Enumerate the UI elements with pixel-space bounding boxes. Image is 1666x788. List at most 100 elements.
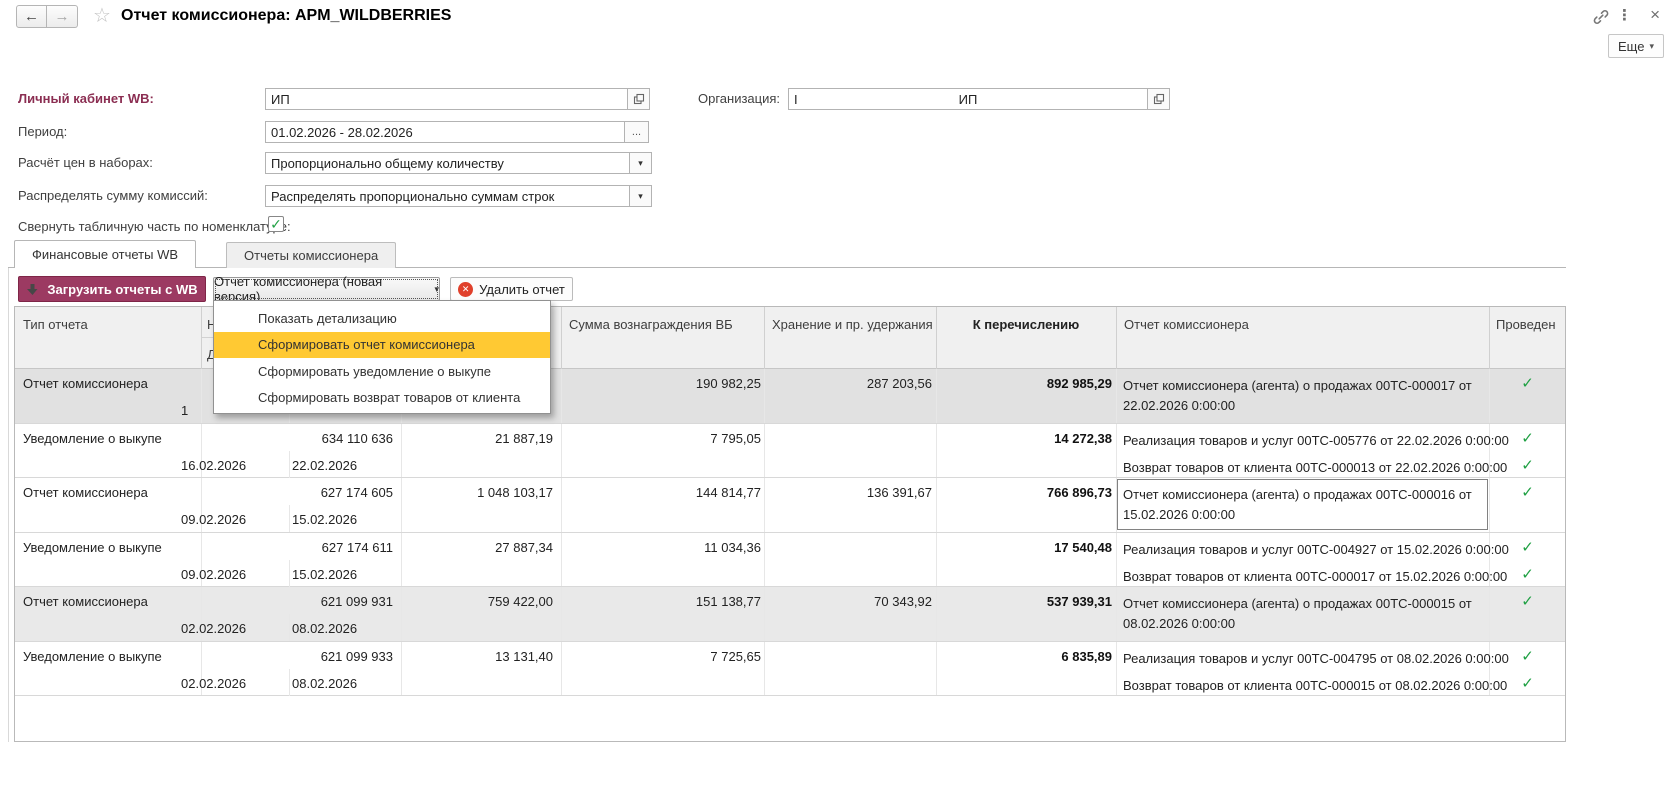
doc-link[interactable]: Отчет комиссионера (агента) о продажах 0… (1123, 376, 1481, 416)
menu-item-create-client-return[interactable]: Сформировать возврат товаров от клиента (214, 385, 550, 412)
doc-link[interactable]: Реализация товаров и услуг 00ТС-004795 о… (1123, 649, 1509, 669)
header-reward[interactable]: Сумма вознаграждения ВБ (561, 307, 764, 368)
distribute-value[interactable] (266, 186, 629, 206)
posted-check-icon: ✓ (1521, 456, 1534, 474)
cell-commissioner-docs: Реализация товаров и услуг 00ТС-005776 о… (1123, 424, 1509, 478)
set-prices-label: Расчёт цен в наборах: (18, 155, 153, 170)
cell-report-type: Отчет комиссионера (23, 594, 148, 609)
header-separator (201, 307, 202, 369)
wb-account-field[interactable] (265, 88, 628, 110)
kebab-menu-icon[interactable]: ⋮ (1617, 6, 1632, 24)
cell-reward-sum: 190 982,25 (695, 376, 761, 391)
chevron-down-icon: ▾ (638, 157, 643, 168)
doc-link[interactable]: Реализация товаров и услуг 00ТС-005776 о… (1123, 431, 1509, 451)
header-storage[interactable]: Хранение и пр. удержания (764, 307, 936, 368)
wb-account-input[interactable] (266, 89, 627, 109)
period-row: Период: ... (0, 121, 1666, 143)
cell-report-type: Уведомление о выкупе (23, 539, 162, 555)
cell-reward-sum: 7 725,65 (710, 648, 761, 664)
posted-check-icon: ✓ (1521, 593, 1534, 610)
delete-circle-icon: ✕ (458, 281, 474, 297)
header-separator (936, 307, 937, 369)
cell-transfer-sum: 6 835,89 (1061, 648, 1112, 664)
menu-item-create-commissioner-report[interactable]: Сформировать отчет комиссионера (214, 331, 550, 358)
cell-report-number: 621 099 933 (320, 648, 393, 664)
doc-link[interactable]: Отчет комиссионера (агента) о продажах 0… (1123, 594, 1481, 634)
more-button[interactable]: Еще ▾ (1608, 34, 1664, 58)
set-prices-value[interactable] (266, 153, 629, 173)
doc-link[interactable]: Возврат товаров от клиента 00ТС-000017 о… (1123, 567, 1507, 587)
delete-report-button[interactable]: ✕ Удалить отчет (450, 277, 573, 301)
cell-report-type: Отчет комиссионера (23, 376, 148, 391)
doc-link[interactable]: Реализация товаров и услуг 00ТС-004927 о… (1123, 540, 1509, 560)
organization-open-button[interactable] (1148, 88, 1170, 110)
menu-item-show-details[interactable]: Показать детализацию (214, 305, 550, 332)
organization-value: I ИП (789, 89, 1147, 109)
back-arrow-icon: ← (24, 8, 39, 25)
period-choose-button[interactable]: ... (625, 121, 649, 143)
report-version-dropdown-menu: Показать детализацию Сформировать отчет … (213, 300, 551, 414)
doc-link[interactable]: Возврат товаров от клиента 00ТС-000013 о… (1123, 458, 1507, 478)
cell-storage-sum: 136 391,67 (866, 485, 932, 500)
cell-transfer-sum: 892 985,29 (1046, 376, 1112, 391)
tab-commissioner-reports[interactable]: Отчеты комиссионера (226, 242, 397, 268)
distribute-select[interactable] (265, 185, 630, 207)
cell-date-from: 09.02.2026 (181, 566, 247, 582)
doc-link[interactable]: Отчет комиссионера (агента) о продажах 0… (1123, 485, 1481, 525)
collapse-label: Свернуть табличную часть по номенклатуре… (18, 219, 291, 234)
header-commissioner-report[interactable]: Отчет комиссионера (1116, 307, 1489, 368)
cell-date-from: 02.02.2026 (181, 621, 247, 636)
back-button[interactable]: ← (16, 5, 47, 28)
chevron-down-icon: ▾ (1649, 40, 1654, 51)
cell-reward-sum: 151 138,77 (695, 594, 761, 609)
cell-transfer-sum: 537 939,31 (1046, 594, 1112, 609)
table-row[interactable]: Отчет комиссионера 621 099 931 02.02.202… (15, 587, 1565, 642)
table-row[interactable]: Уведомление о выкупе 627 174 611 09.02.2… (15, 532, 1565, 587)
menu-item-create-buyout-notice[interactable]: Сформировать уведомление о выкупе (214, 358, 550, 385)
distribute-label: Распределять сумму комиссий: (18, 188, 208, 203)
forward-button[interactable]: → (47, 5, 78, 28)
cell-posted: ✓ (1489, 478, 1566, 532)
chevron-down-icon: ▾ (434, 283, 439, 294)
collapse-row: Свернуть табличную часть по номенклатуре… (0, 216, 1666, 238)
organization-value-start: I (794, 92, 798, 107)
header-report-type[interactable]: Тип отчета (15, 307, 201, 368)
table-row[interactable]: Уведомление о выкупе 634 110 636 16.02.2… (15, 423, 1565, 478)
open-ref-icon (633, 93, 644, 105)
close-icon[interactable]: × (1650, 5, 1660, 25)
header-separator (764, 307, 765, 369)
cell-commissioner-docs: Отчет комиссионера (агента) о продажах 0… (1123, 587, 1481, 641)
cell-report-number: 627 174 611 (321, 539, 393, 555)
cell-report-type: Уведомление о выкупе (23, 648, 162, 664)
cell-date-from: 16.02.2026 (181, 457, 247, 473)
table-body: Отчет комиссионера 1 190 982,25 287 203,… (15, 369, 1565, 696)
wb-account-row: Личный кабинет WB: Организация: I ИП (0, 88, 1666, 110)
header-transfer[interactable]: К перечислению (936, 307, 1116, 368)
favorite-star-icon[interactable]: ☆ (93, 3, 111, 28)
cell-posted: ✓ (1489, 587, 1566, 641)
period-input[interactable] (266, 122, 624, 142)
cell-sales-sum: 759 422,00 (487, 594, 553, 609)
set-prices-dropdown-button[interactable]: ▾ (630, 152, 652, 174)
cell-date-to: 08.02.2026 (292, 675, 358, 691)
wb-account-open-button[interactable] (628, 88, 650, 110)
get-link-icon[interactable] (1592, 8, 1610, 29)
page-title: Отчет комиссионера: APM_WILDBERRIES (121, 7, 452, 24)
table-row[interactable]: Отчет комиссионера 627 174 605 09.02.202… (15, 478, 1565, 533)
collapse-checkbox[interactable]: ✓ (268, 216, 284, 232)
download-arrow-icon (27, 283, 38, 295)
tab-financial-reports-wb[interactable]: Финансовые отчеты WB (14, 240, 197, 268)
organization-value-mid: ИП (958, 92, 978, 107)
set-prices-select[interactable] (265, 152, 630, 174)
doc-link[interactable]: Возврат товаров от клиента 00ТС-000015 о… (1123, 676, 1507, 696)
organization-field[interactable]: I ИП (788, 88, 1148, 110)
cell-commissioner-docs: Реализация товаров и услуг 00ТС-004927 о… (1123, 533, 1509, 587)
distribute-dropdown-button[interactable]: ▾ (630, 185, 652, 207)
cell-date-to: 22.02.2026 (292, 457, 358, 473)
cell-report-number: 627 174 605 (320, 485, 393, 500)
report-version-menu-button[interactable]: Отчет комиссионера (новая версия) ▾ (213, 274, 440, 304)
load-reports-button[interactable]: Загрузить отчеты с WB (18, 276, 206, 302)
period-field[interactable] (265, 121, 625, 143)
table-row[interactable]: Уведомление о выкупе 621 099 933 02.02.2… (15, 641, 1565, 696)
header-posted[interactable]: Проведен (1489, 307, 1566, 368)
